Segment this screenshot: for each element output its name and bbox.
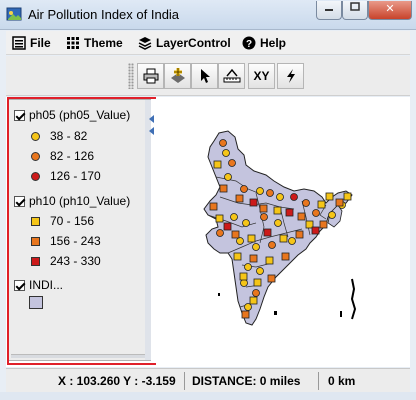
checkbox-ph05[interactable] — [14, 109, 25, 121]
legend-content: ph05 (ph05_Value) 38 - 82 82 - 126 126 -… — [11, 102, 142, 354]
square-symbol-icon — [31, 236, 40, 246]
toolbar: XY — [6, 56, 410, 96]
menu-theme-label: Theme — [84, 36, 123, 50]
legend-layer-india-label: INDI... — [29, 278, 64, 292]
island-dot — [274, 311, 277, 315]
add-layer-button[interactable] — [164, 63, 191, 89]
window-title: Air Pollution Index of India — [28, 7, 180, 22]
menu-theme[interactable]: Theme — [66, 35, 123, 51]
window-frame-bottom — [0, 392, 416, 400]
print-button[interactable] — [137, 63, 164, 89]
xy-button-label: XY — [253, 69, 270, 83]
legend-item-label: 156 - 243 — [50, 234, 101, 248]
legend-item: 70 - 156 — [31, 214, 94, 228]
circle-symbol-icon — [31, 171, 40, 181]
legend-scrollbar[interactable] — [145, 100, 151, 360]
grid-icon — [67, 37, 79, 49]
menu-layercontrol-label: LayerControl — [156, 36, 231, 50]
title-bar: Air Pollution Index of India ✕ — [0, 0, 416, 30]
legend-panel: ph05 (ph05_Value) 38 - 82 82 - 126 126 -… — [8, 99, 151, 361]
maximize-icon — [350, 2, 360, 11]
legend-item: 38 - 82 — [31, 129, 87, 143]
lightning-icon — [286, 69, 295, 83]
legend-item-label: 243 - 330 — [50, 254, 101, 268]
select-pointer-button[interactable] — [191, 63, 218, 89]
lightning-button[interactable] — [277, 63, 304, 89]
legend-item: 156 - 243 — [31, 234, 101, 248]
checkbox-ph10[interactable] — [14, 195, 25, 207]
collapse-arrow-icon[interactable] — [149, 115, 154, 123]
legend-layer-ph10-label: ph10 (ph10_Value) — [29, 194, 131, 208]
menu-help-label: Help — [260, 36, 287, 50]
file-menu-icon — [12, 36, 26, 50]
andaman-islands — [350, 278, 357, 320]
menu-file-label: File — [30, 36, 51, 50]
map-canvas[interactable] — [156, 97, 410, 367]
legend-horizontal-scrollbar[interactable] — [11, 354, 145, 358]
printer-icon — [143, 68, 158, 84]
status-bar: X : 103.260 Y : -3.159 DISTANCE: 0 miles… — [6, 368, 410, 392]
legend-layer-ph05-label: ph05 (ph05_Value) — [29, 108, 131, 122]
menu-bar: File Theme LayerControl ? Help — [6, 31, 410, 55]
circle-symbol-icon — [31, 131, 40, 141]
distance-km-readout: 0 km — [328, 374, 356, 388]
legend-item-label: 82 - 126 — [50, 149, 95, 163]
distance-readout: DISTANCE: 0 miles — [192, 374, 301, 388]
lakshadweep-islands — [218, 293, 220, 296]
pointer-icon — [200, 69, 210, 83]
xy-button[interactable]: XY — [248, 63, 275, 89]
circle-symbol-icon — [31, 151, 40, 161]
layers-icon — [138, 37, 152, 50]
square-symbol-icon — [31, 216, 40, 226]
square-symbol-icon — [31, 256, 40, 266]
legend-layer-ph10[interactable]: ph10 (ph10_Value) — [14, 194, 130, 208]
app-icon — [6, 7, 22, 21]
legend-item — [29, 296, 43, 309]
toolbar-grip[interactable] — [128, 63, 134, 89]
close-button[interactable]: ✕ — [368, 1, 412, 20]
menu-layercontrol[interactable]: LayerControl — [138, 35, 231, 51]
measure-button[interactable] — [218, 63, 245, 89]
india-map[interactable] — [156, 97, 410, 367]
status-separator — [184, 372, 185, 390]
checkbox-india[interactable] — [14, 279, 25, 291]
help-icon: ? — [242, 36, 256, 50]
legend-item: 126 - 170 — [31, 169, 101, 183]
menu-help[interactable]: ? Help — [242, 35, 286, 51]
svg-text:?: ? — [246, 39, 252, 50]
legend-item-label: 70 - 156 — [50, 214, 95, 228]
status-separator — [318, 372, 319, 390]
measure-icon — [223, 68, 240, 83]
coordinates-readout: X : 103.260 Y : -3.159 — [58, 374, 176, 388]
menu-file[interactable]: File — [12, 35, 51, 51]
minimize-button[interactable] — [316, 1, 342, 20]
island-dot — [340, 311, 342, 317]
add-layer-icon — [170, 68, 185, 83]
collapse-arrow-icon[interactable] — [149, 127, 154, 135]
minimize-icon — [325, 9, 333, 11]
main-area: ph05 (ph05_Value) 38 - 82 82 - 126 126 -… — [6, 97, 410, 367]
legend-item-label: 38 - 82 — [50, 129, 88, 143]
close-icon: ✕ — [385, 3, 395, 15]
legend-layer-ph05[interactable]: ph05 (ph05_Value) — [14, 108, 130, 122]
maximize-button[interactable] — [342, 1, 368, 20]
legend-item: 243 - 330 — [31, 254, 101, 268]
polygon-symbol-icon — [29, 296, 43, 309]
legend-item-label: 126 - 170 — [50, 169, 101, 183]
legend-layer-india[interactable]: INDI... — [14, 278, 63, 292]
legend-item: 82 - 126 — [31, 149, 94, 163]
